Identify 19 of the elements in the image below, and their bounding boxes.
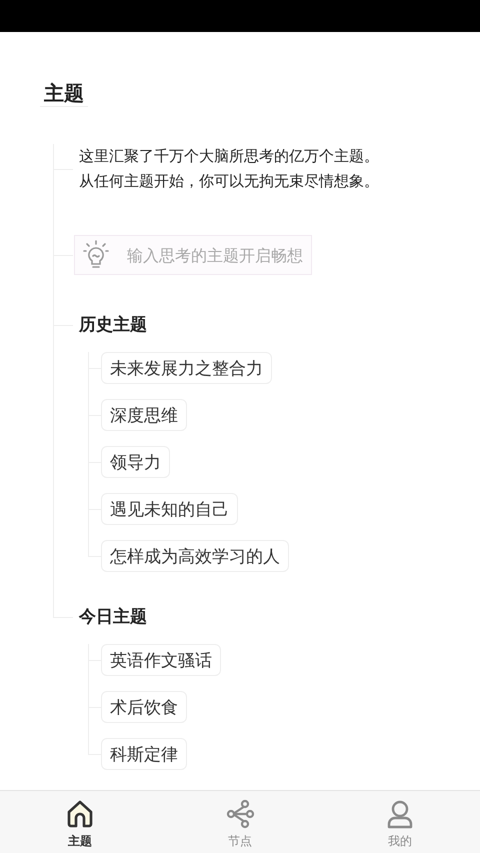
topic-chip[interactable]: 术后饮食 bbox=[101, 691, 187, 723]
topic-chip[interactable]: 领导力 bbox=[101, 446, 170, 478]
intro-text: 从任何主题开始，你可以无拘无束尽情想象。 bbox=[79, 171, 379, 192]
person-icon bbox=[385, 799, 415, 829]
topic-chip[interactable]: 遇见未知的自己 bbox=[101, 493, 238, 525]
section-heading: 今日主题 bbox=[78, 606, 147, 629]
search-field[interactable]: 输入思考的主题开启畅想 bbox=[74, 235, 312, 275]
lightbulb-icon bbox=[83, 240, 109, 270]
topic-chip[interactable]: 科斯定律 bbox=[101, 738, 187, 770]
topic-chip[interactable]: 未来发展力之整合力 bbox=[101, 352, 272, 384]
share-icon bbox=[225, 799, 255, 829]
topic-chip[interactable]: 英语作文骚话 bbox=[101, 644, 221, 676]
home-icon bbox=[65, 799, 95, 829]
section-heading: 历史主题 bbox=[78, 314, 147, 337]
page-title: 主题 bbox=[40, 80, 88, 107]
tab-button[interactable]: 主题 bbox=[0, 791, 160, 853]
topic-chip[interactable]: 深度思维 bbox=[101, 399, 187, 431]
topic-chip[interactable]: 怎样成为高效学习的人 bbox=[101, 540, 289, 572]
intro-text: 这里汇聚了千万个大脑所思考的亿万个主题。 bbox=[79, 146, 379, 167]
